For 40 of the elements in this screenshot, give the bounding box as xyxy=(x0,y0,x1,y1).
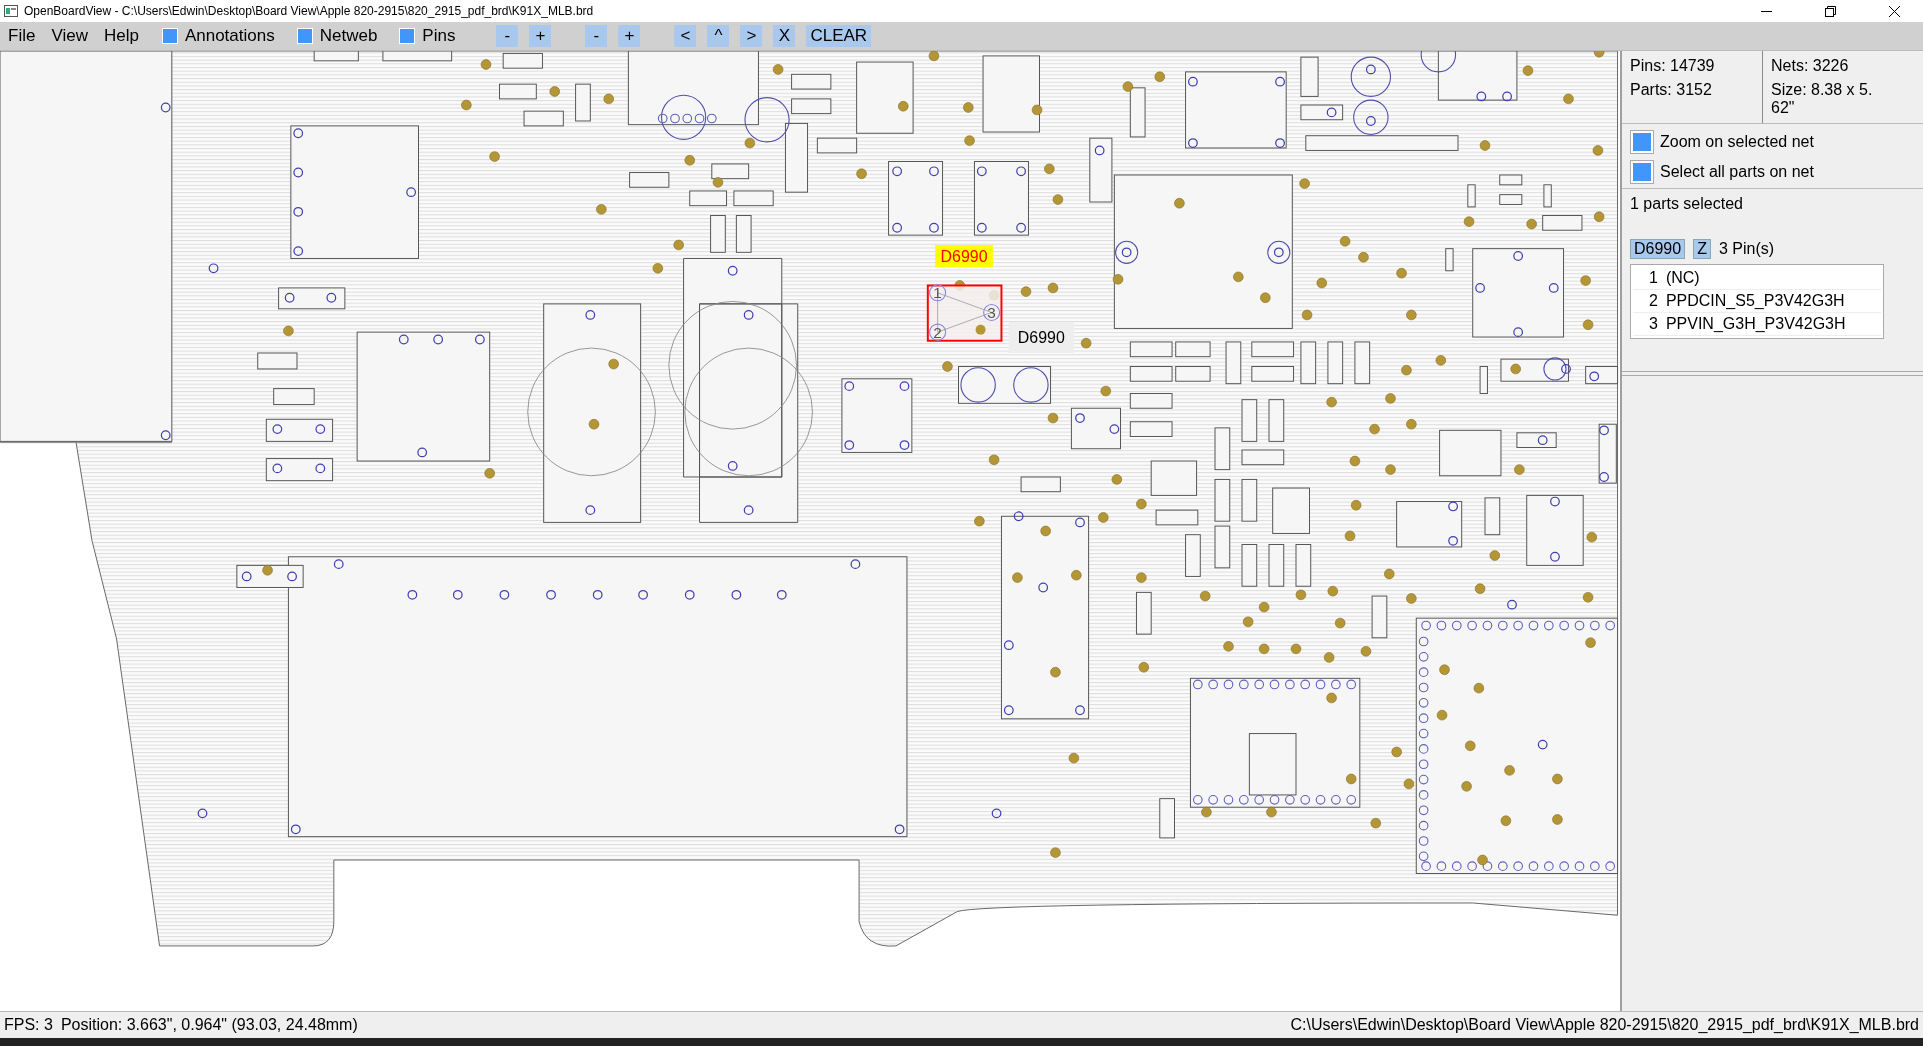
toolbar-button[interactable]: ^ xyxy=(707,25,730,47)
pins-count: Pins: 14739 xyxy=(1630,57,1716,75)
pin-number: 2 xyxy=(1649,292,1658,310)
file-path: C:\Users\Edwin\Desktop\Board View\Apple 820-2915\820_2915_pdf_brd\K91X_MLB.brd xyxy=(1290,1016,1919,1034)
pin-number: 3 xyxy=(1649,315,1658,333)
menu-item[interactable]: View xyxy=(43,22,96,50)
nets-count: Nets: 3226 xyxy=(1771,57,1850,75)
part-tooltip: D6990 xyxy=(1008,322,1074,353)
net-name[interactable]: PPVIN_G3H_P3V42G3H xyxy=(1665,315,1846,333)
pin-label: 3 xyxy=(983,303,1001,321)
toolbar-button[interactable]: > xyxy=(740,25,763,47)
toggle-label[interactable]: Annotations xyxy=(184,26,275,46)
board-size: Size: 8.38 x 5. 62" xyxy=(1771,81,1874,117)
parts-count: Parts: 3152 xyxy=(1630,81,1713,99)
menu-item[interactable]: File xyxy=(0,22,44,50)
toolbar-button[interactable]: < xyxy=(674,25,697,47)
toolbar-button[interactable]: X xyxy=(773,25,796,47)
pin-count: 3 Pin(s) xyxy=(1718,240,1775,258)
toolbar-button[interactable]: + xyxy=(529,25,552,47)
option-label[interactable]: Zoom on selected net xyxy=(1660,133,1814,151)
selection-summary: 1 parts selected xyxy=(1630,195,1743,212)
cursor-position: Position: 3.663", 0.964" (93.03, 24.48mm) xyxy=(60,1016,358,1034)
toolbar-button[interactable]: + xyxy=(618,25,641,47)
toolbar-button[interactable]: - xyxy=(496,25,519,47)
toggle-label[interactable]: Netweb xyxy=(319,26,378,46)
menu-item[interactable]: Help xyxy=(95,22,147,50)
pin-label: 2 xyxy=(929,323,947,341)
pin-number: 1 xyxy=(1649,269,1658,287)
part-name-button[interactable]: D6990 xyxy=(1630,239,1686,259)
part-label: D6990 xyxy=(935,244,993,268)
window-title: OpenBoardView - C:\Users\Edwin\Desktop\Board View\Apple 820-2915\820_2915_pdf_brd\K91X_MLB.brd xyxy=(24,4,594,18)
net-name[interactable]: (NC) xyxy=(1665,269,1700,287)
pin-label: 1 xyxy=(929,284,947,302)
toolbar-button[interactable]: - xyxy=(585,25,608,47)
toolbar-button[interactable]: CLEAR xyxy=(806,25,872,47)
net-name[interactable]: PPDCIN_S5_P3V42G3H xyxy=(1665,292,1845,310)
zoom-button[interactable]: Z xyxy=(1693,239,1711,259)
toggle-label[interactable]: Pins xyxy=(422,26,456,46)
option-label[interactable]: Select all parts on net xyxy=(1660,163,1814,181)
fps-readout: FPS: 3 xyxy=(4,1016,53,1034)
